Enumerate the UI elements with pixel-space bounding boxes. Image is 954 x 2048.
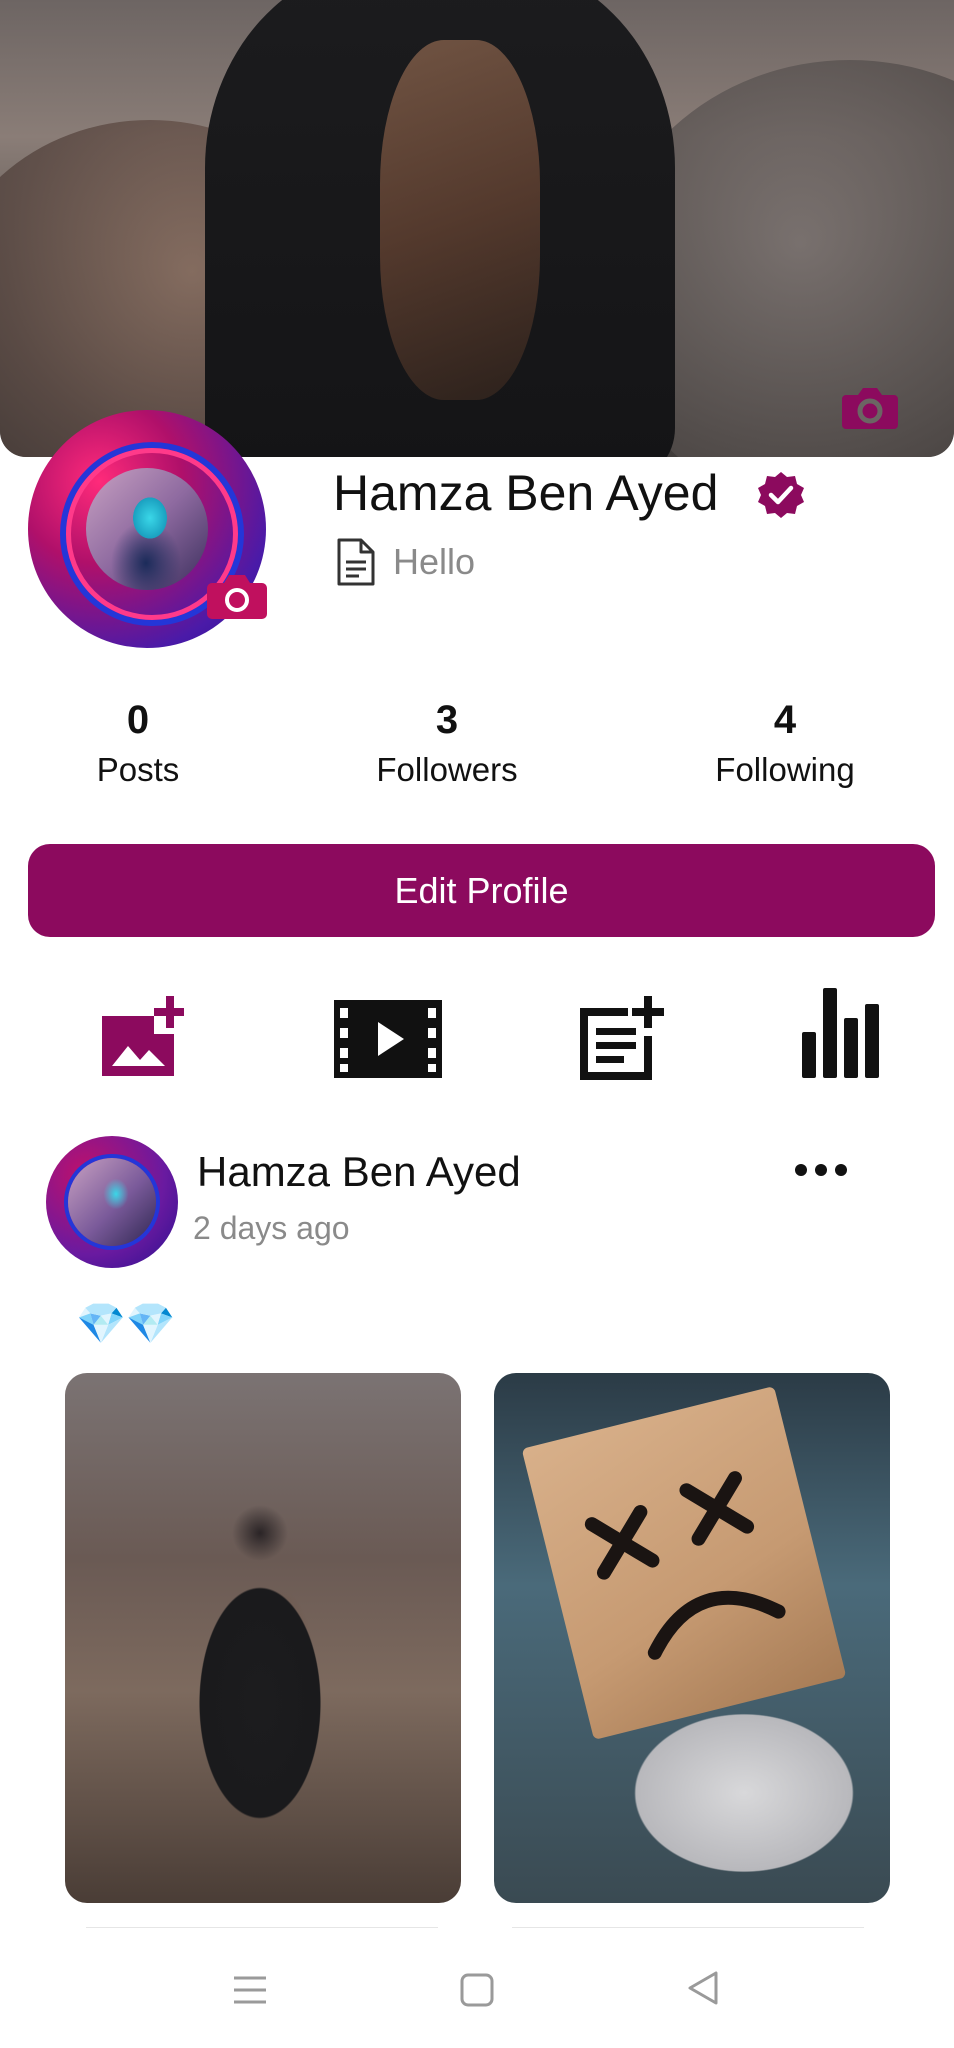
stat-followers-count: 3 [435, 698, 459, 742]
stat-posts-count: 0 [126, 698, 150, 742]
document-icon [337, 538, 375, 586]
profile-name: Hamza Ben Ayed [333, 465, 719, 521]
post-text: 💎💎 [76, 1302, 176, 1346]
post-author-avatar-photo [68, 1158, 156, 1246]
sad-face-drawing [584, 1471, 786, 1660]
stat-posts-label: Posts [96, 751, 180, 788]
divider [512, 1927, 864, 1928]
paper-bag [521, 1386, 847, 1740]
add-photo-icon[interactable] [98, 996, 184, 1080]
post-author-name[interactable]: Hamza Ben Ayed [197, 1148, 521, 1196]
add-post-icon[interactable] [578, 996, 664, 1080]
divider [86, 1927, 438, 1928]
more-options-icon[interactable] [793, 1150, 849, 1190]
menu-icon[interactable] [230, 1970, 270, 2010]
home-square-icon[interactable] [457, 1970, 497, 2010]
back-triangle-icon[interactable] [684, 1968, 724, 2008]
cover-photo[interactable] [0, 0, 954, 457]
edit-profile-button[interactable]: Edit Profile [28, 844, 935, 937]
avatar-photo [86, 468, 208, 590]
stat-followers-label: Followers [376, 751, 518, 788]
change-cover-camera-icon[interactable] [840, 383, 900, 431]
post-image[interactable] [494, 1373, 890, 1903]
post-timestamp: 2 days ago [193, 1210, 350, 1246]
post-author-avatar[interactable] [46, 1136, 178, 1268]
profile-bio: Hello [393, 541, 476, 582]
stat-following-count: 4 [773, 698, 797, 742]
profile-avatar[interactable] [28, 410, 268, 648]
stat-posts[interactable]: 0 Posts [28, 698, 248, 789]
verified-badge-icon [758, 472, 804, 518]
stat-following-label: Following [715, 751, 855, 788]
cover-photo-scarf [380, 40, 540, 400]
stat-following[interactable]: 4 Following [675, 698, 895, 789]
stat-followers[interactable]: 3 Followers [337, 698, 557, 789]
change-avatar-camera-icon[interactable] [206, 570, 268, 622]
post-image[interactable] [65, 1373, 461, 1903]
stats-icon[interactable] [802, 988, 880, 1078]
video-icon[interactable] [334, 1000, 442, 1078]
